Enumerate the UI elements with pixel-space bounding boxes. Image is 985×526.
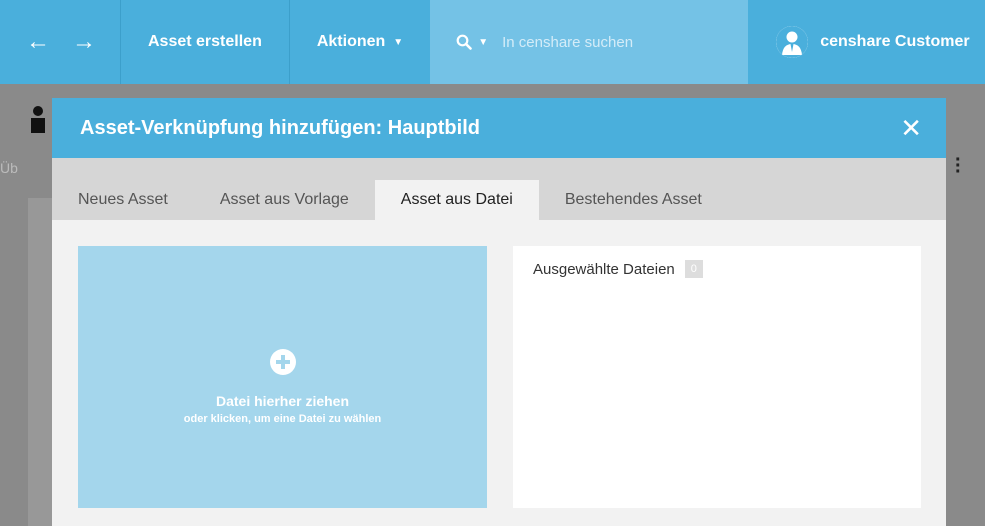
arrow-right-icon[interactable]: → xyxy=(72,30,96,54)
dialog-title: Asset-Verknüpfung hinzufügen: Hauptbild xyxy=(80,116,480,139)
selected-files-count-badge: 0 xyxy=(684,260,703,278)
selected-files-header: Ausgewählte Dateien 0 xyxy=(533,260,901,278)
selected-files-panel: Ausgewählte Dateien 0 xyxy=(513,246,921,508)
selected-files-label: Ausgewählte Dateien xyxy=(533,260,675,278)
history-nav: ← → xyxy=(0,0,120,84)
user-name: censhare Customer xyxy=(820,33,970,50)
create-asset-button[interactable]: Asset erstellen xyxy=(121,0,289,84)
top-bar: ← → Asset erstellen Aktionen ▼ ▼ censhar… xyxy=(0,0,985,84)
dialog-body: Datei hierher ziehen oder klicken, um ei… xyxy=(52,220,946,526)
close-icon[interactable]: ✕ xyxy=(900,115,922,141)
search-scope-caret-icon[interactable]: ▼ xyxy=(478,37,488,48)
dialog-header: Asset-Verknüpfung hinzufügen: Hauptbild … xyxy=(52,98,946,158)
person-icon xyxy=(31,106,45,133)
user-menu[interactable]: censhare Customer xyxy=(748,0,970,84)
dialog-tabs: Neues Asset Asset aus Vorlage Asset aus … xyxy=(52,158,946,220)
tab-new-asset[interactable]: Neues Asset xyxy=(52,180,194,220)
tab-asset-from-template[interactable]: Asset aus Vorlage xyxy=(194,180,375,220)
more-options-icon[interactable]: · · · xyxy=(955,150,962,182)
asset-link-dialog: Asset-Verknüpfung hinzufügen: Hauptbild … xyxy=(52,98,946,526)
create-asset-label: Asset erstellen xyxy=(148,33,262,50)
tab-asset-from-file[interactable]: Asset aus Datei xyxy=(374,180,539,220)
dropzone-title: Datei hierher ziehen xyxy=(215,393,350,409)
file-dropzone[interactable]: Datei hierher ziehen oder klicken, um ei… xyxy=(78,246,487,508)
background-label: Üb xyxy=(0,160,18,176)
tab-existing-asset[interactable]: Bestehendes Asset xyxy=(539,180,728,220)
user-icon xyxy=(776,26,809,58)
arrow-left-icon[interactable]: ← xyxy=(26,30,50,54)
plus-circle-icon xyxy=(269,349,296,375)
search-icon[interactable] xyxy=(456,34,473,50)
search-bar: ▼ xyxy=(430,0,749,84)
caret-down-icon: ▼ xyxy=(393,36,404,48)
actions-label: Aktionen xyxy=(316,33,386,50)
search-input[interactable] xyxy=(502,33,703,51)
avatar xyxy=(776,26,809,58)
actions-menu-button[interactable]: Aktionen ▼ xyxy=(290,0,430,84)
dropzone-subtitle: oder klicken, um eine Datei zu wählen xyxy=(183,413,382,425)
